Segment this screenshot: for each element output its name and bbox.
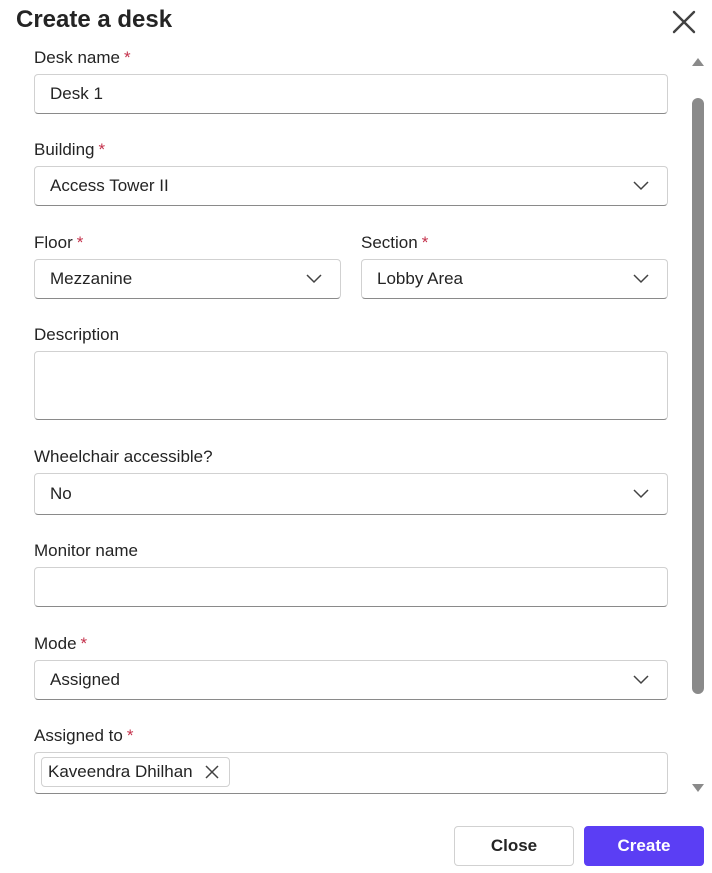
floor-value: Mezzanine bbox=[50, 269, 133, 288]
mode-value: Assigned bbox=[50, 670, 120, 689]
floor-dropdown[interactable]: Mezzanine bbox=[34, 259, 341, 299]
desk-name-value: Desk 1 bbox=[50, 84, 103, 103]
wheelchair-dropdown[interactable]: No bbox=[34, 473, 668, 515]
monitor-name-input[interactable] bbox=[34, 567, 668, 607]
scroll-thumb[interactable] bbox=[692, 98, 704, 694]
description-label: Description bbox=[34, 325, 120, 344]
chevron-down-icon bbox=[633, 274, 649, 284]
desk-name-label: Desk name * bbox=[34, 48, 131, 67]
person-chip: Kaveendra Dhilhan bbox=[41, 757, 230, 787]
create-button[interactable]: Create bbox=[584, 826, 704, 866]
description-textarea[interactable] bbox=[34, 351, 668, 420]
section-dropdown[interactable]: Lobby Area bbox=[361, 259, 668, 299]
building-label: Building * bbox=[34, 140, 106, 159]
section-value: Lobby Area bbox=[377, 269, 464, 288]
close-icon[interactable] bbox=[668, 6, 700, 38]
wheelchair-label: Wheelchair accessible? bbox=[34, 447, 213, 466]
chevron-down-icon bbox=[306, 274, 322, 284]
monitor-name-label: Monitor name bbox=[34, 541, 138, 560]
chevron-down-icon bbox=[633, 181, 649, 191]
mode-dropdown[interactable]: Assigned bbox=[34, 660, 668, 700]
dismiss-chip-icon[interactable] bbox=[205, 765, 219, 779]
wheelchair-value: No bbox=[50, 484, 72, 503]
building-value: Access Tower II bbox=[50, 176, 169, 195]
dialog-title: Create a desk bbox=[16, 6, 173, 33]
close-button[interactable]: Close bbox=[454, 826, 574, 866]
section-label: Section * bbox=[361, 233, 429, 252]
person-chip-name: Kaveendra Dhilhan bbox=[48, 762, 193, 781]
building-dropdown[interactable]: Access Tower II bbox=[34, 166, 668, 206]
scroll-up-arrow[interactable] bbox=[692, 58, 704, 66]
scroll-down-arrow[interactable] bbox=[692, 784, 704, 792]
mode-label: Mode * bbox=[34, 634, 88, 653]
assigned-to-label: Assigned to * bbox=[34, 726, 134, 745]
chevron-down-icon bbox=[633, 489, 649, 499]
floor-label: Floor * bbox=[34, 233, 84, 252]
chevron-down-icon bbox=[633, 675, 649, 685]
assigned-to-picker[interactable]: Kaveendra Dhilhan bbox=[34, 752, 668, 794]
scrollbar[interactable] bbox=[688, 52, 708, 798]
desk-name-input[interactable]: Desk 1 bbox=[34, 74, 668, 114]
